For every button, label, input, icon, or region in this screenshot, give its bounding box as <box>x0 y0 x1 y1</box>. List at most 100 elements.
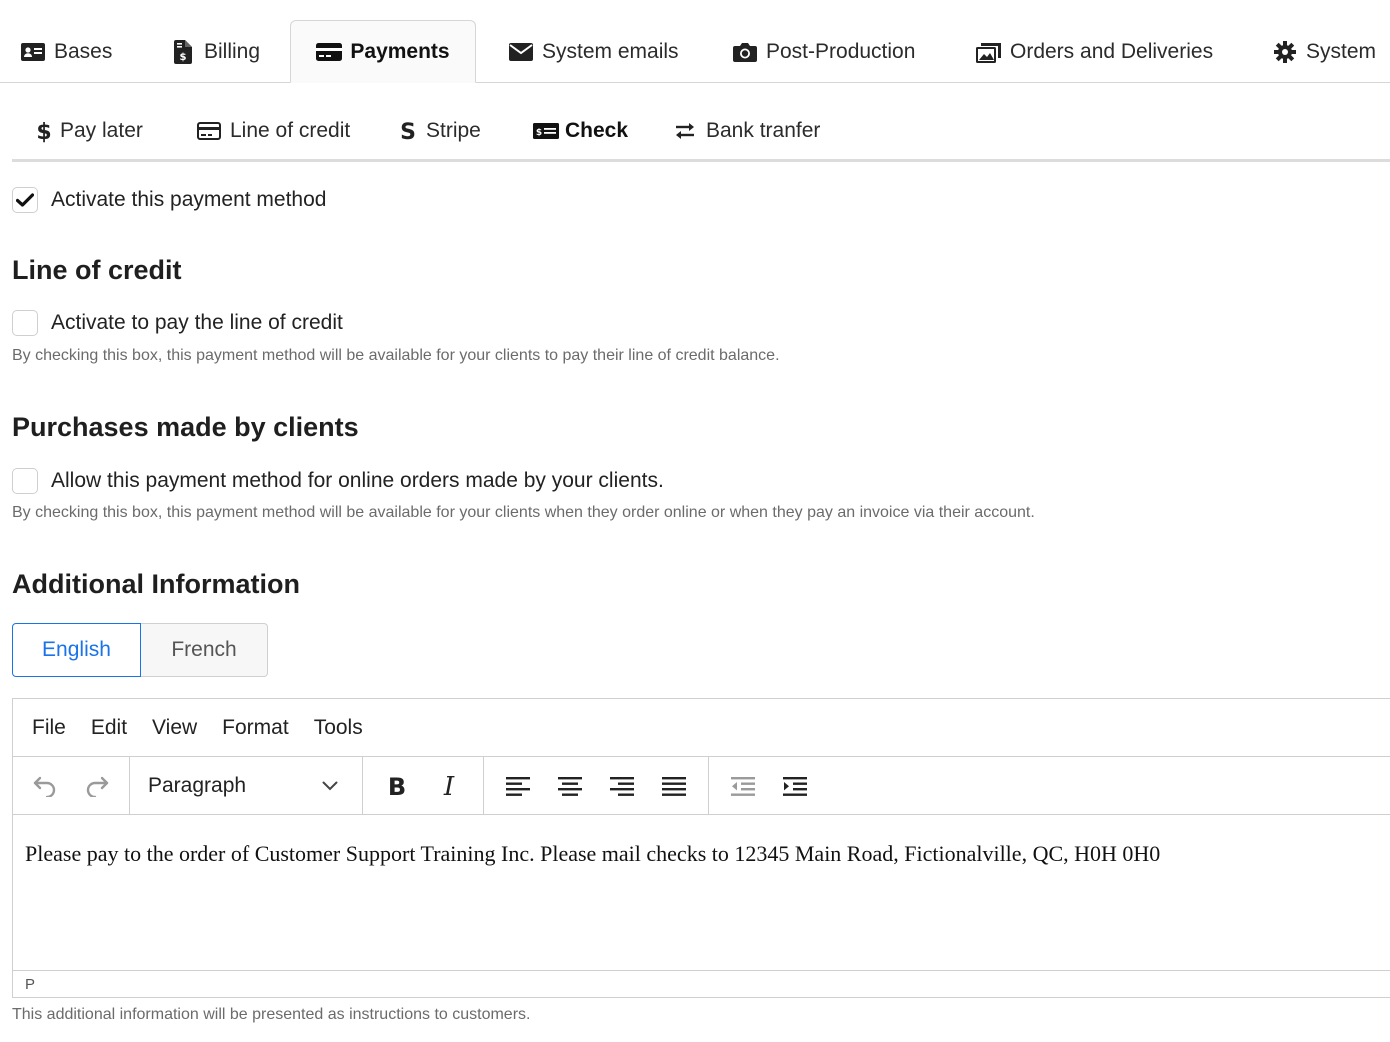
tab-label: Orders and Deliveries <box>1010 39 1214 63</box>
tab-system-emails[interactable]: System emails <box>508 20 679 83</box>
online-orders-help: By checking this box, this payment metho… <box>12 504 1035 521</box>
tab-bank-transfer[interactable]: Bank tranfer <box>672 100 820 162</box>
align-left-icon <box>506 776 530 796</box>
line-of-credit-heading: Line of credit <box>12 255 182 285</box>
tab-orders-deliveries[interactable]: Orders and Deliveries <box>976 20 1213 83</box>
justify-button[interactable] <box>654 766 694 806</box>
credit-card-outline-icon <box>196 118 222 144</box>
stripe-icon: S <box>398 118 418 144</box>
alignment-group <box>484 757 709 814</box>
menu-format[interactable]: Format <box>222 716 289 740</box>
italic-icon: I <box>443 774 455 798</box>
bold-icon: B <box>388 774 406 798</box>
align-left-button[interactable] <box>498 766 538 806</box>
tab-label: System <box>1306 39 1377 63</box>
element-path[interactable]: P <box>25 976 35 993</box>
tab-label: Post-Production <box>766 39 916 63</box>
tab-label: Payments <box>350 39 450 63</box>
activate-payment-method-checkbox[interactable] <box>12 187 38 213</box>
additional-information-help: This additional information will be pres… <box>12 1006 531 1023</box>
align-right-button[interactable] <box>602 766 642 806</box>
tab-pay-later[interactable]: $ Pay later <box>36 100 143 162</box>
bold-button[interactable]: B <box>377 766 417 806</box>
activate-line-of-credit-label: Activate to pay the line of credit <box>51 311 343 334</box>
menu-tools[interactable]: Tools <box>314 716 363 740</box>
settings-tabs: Bases $ Billing Payments System emails P… <box>0 0 1390 83</box>
invoice-dollar-icon: $ <box>170 39 196 65</box>
line-of-credit-help: By checking this box, this payment metho… <box>12 347 780 364</box>
editor-toolbar: Paragraph B I <box>13 757 1390 815</box>
undo-icon <box>33 776 56 797</box>
tab-label: Bank tranfer <box>706 119 821 142</box>
svg-text:$: $ <box>180 52 187 63</box>
align-center-button[interactable] <box>550 766 590 806</box>
align-justify-icon <box>662 776 686 796</box>
dollar-icon: $ <box>36 118 52 144</box>
tab-label: Stripe <box>426 119 481 142</box>
tab-label: Line of credit <box>230 119 351 142</box>
exchange-arrows-icon <box>672 118 698 144</box>
indent-button[interactable] <box>775 766 815 806</box>
indent-icon <box>783 776 807 796</box>
editor-content-area[interactable]: Please pay to the order of Customer Supp… <box>13 815 1390 970</box>
tab-stripe[interactable]: S Stripe <box>398 100 481 162</box>
gear-icon <box>1272 39 1298 65</box>
photo-box-icon <box>976 39 1002 65</box>
svg-text:I: I <box>443 774 455 798</box>
tab-billing[interactable]: $ Billing <box>170 20 260 83</box>
tab-line-of-credit[interactable]: Line of credit <box>196 100 350 162</box>
french-language-button[interactable]: French <box>141 623 268 677</box>
money-check-icon: $ <box>532 118 560 144</box>
activate-line-of-credit-checkbox[interactable] <box>12 310 38 336</box>
tab-check[interactable]: $ Check <box>532 100 628 162</box>
tab-label: System emails <box>542 39 679 63</box>
tab-payments[interactable]: Payments <box>290 20 476 83</box>
align-right-icon <box>610 776 634 796</box>
credit-card-icon <box>316 39 343 65</box>
language-toggle: English French <box>12 623 268 677</box>
id-card-icon <box>20 39 46 65</box>
menu-file[interactable]: File <box>32 716 66 740</box>
italic-button[interactable]: I <box>429 766 469 806</box>
additional-information-heading: Additional Information <box>12 569 300 599</box>
camera-icon <box>732 39 758 65</box>
tab-bases[interactable]: Bases <box>20 20 112 83</box>
menu-view[interactable]: View <box>152 716 197 740</box>
english-language-button[interactable]: English <box>12 623 141 677</box>
purchases-heading: Purchases made by clients <box>12 412 359 442</box>
editor-menubar: File Edit View Format Tools <box>13 699 1390 757</box>
rich-text-editor: File Edit View Format Tools Paragraph B <box>12 698 1390 998</box>
svg-text:$: $ <box>37 120 51 143</box>
tab-post-production[interactable]: Post-Production <box>732 20 915 83</box>
online-orders-label: Allow this payment method for online ord… <box>51 469 664 492</box>
redo-button[interactable] <box>77 766 117 806</box>
line-of-credit-row: Activate to pay the line of credit <box>12 310 343 336</box>
align-center-icon <box>558 776 582 796</box>
block-format-group: Paragraph <box>130 757 363 814</box>
activate-payment-method-label: Activate this payment method <box>51 188 327 211</box>
text-style-group: B I <box>363 757 484 814</box>
redo-icon <box>86 776 109 797</box>
online-orders-checkbox[interactable] <box>12 468 38 494</box>
chevron-down-icon <box>322 781 338 790</box>
tab-system[interactable]: System <box>1272 20 1376 83</box>
checkmark-icon <box>16 193 34 207</box>
editor-paragraph: Please pay to the order of Customer Supp… <box>25 841 1161 866</box>
tab-label: Pay later <box>60 119 143 142</box>
undo-button[interactable] <box>25 766 65 806</box>
outdent-icon <box>731 776 755 796</box>
online-orders-row: Allow this payment method for online ord… <box>12 468 664 494</box>
tab-label: Check <box>565 119 629 142</box>
payment-method-tabs: $ Pay later Line of credit S Stripe $ Ch… <box>12 100 1390 162</box>
svg-text:$: $ <box>536 128 542 138</box>
outdent-button[interactable] <box>723 766 763 806</box>
activate-payment-method-row: Activate this payment method <box>12 187 326 213</box>
editor-statusbar: P <box>13 970 1390 997</box>
tab-label: Billing <box>204 39 261 63</box>
block-format-value: Paragraph <box>148 773 247 797</box>
indent-group <box>709 757 829 814</box>
svg-text:B: B <box>388 774 406 798</box>
menu-edit[interactable]: Edit <box>91 716 127 740</box>
block-format-select[interactable]: Paragraph <box>142 774 350 798</box>
history-group <box>13 757 130 814</box>
